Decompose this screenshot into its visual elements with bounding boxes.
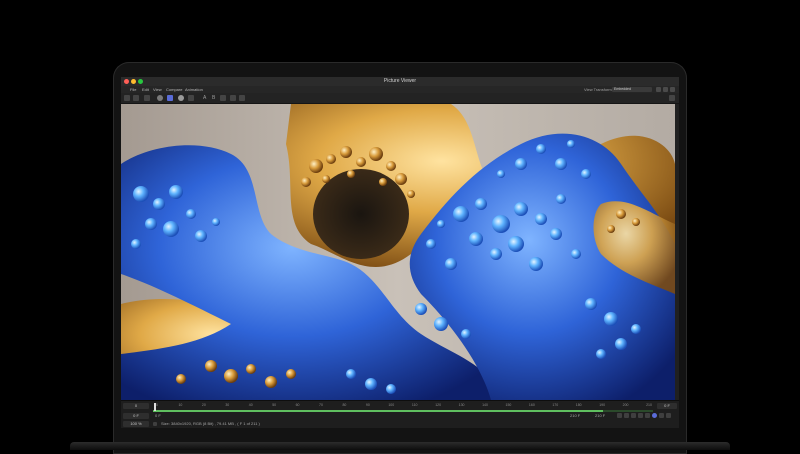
help-icon[interactable] bbox=[670, 87, 675, 92]
play-icon[interactable] bbox=[638, 413, 643, 418]
tick-label: 40 bbox=[248, 403, 253, 407]
tick-label: 50 bbox=[272, 403, 277, 407]
menu-edit[interactable]: Edit bbox=[142, 86, 149, 93]
record-icon[interactable] bbox=[652, 413, 657, 418]
compare-b-button[interactable]: B bbox=[212, 94, 215, 102]
menu-compare[interactable]: Compare bbox=[166, 86, 182, 93]
step-back-icon[interactable] bbox=[624, 413, 629, 418]
redo-icon[interactable] bbox=[239, 95, 245, 101]
end-frame-field[interactable]: 0 F bbox=[657, 403, 677, 409]
tick-label: 130 bbox=[458, 403, 465, 407]
menu-view[interactable]: View bbox=[153, 86, 162, 93]
tick-label: 190 bbox=[599, 403, 606, 407]
channel-icon[interactable] bbox=[178, 95, 184, 101]
start-frame-value: 0 F bbox=[155, 413, 161, 418]
contrast-icon[interactable] bbox=[188, 95, 194, 101]
expand-icon[interactable] bbox=[663, 87, 668, 92]
play-backward-icon[interactable] bbox=[631, 413, 636, 418]
control-row: 0 F 0 F 210 F 210 F bbox=[121, 412, 679, 420]
view-transform-label: View Transform: bbox=[584, 87, 613, 92]
tick-label: 90 bbox=[365, 403, 370, 407]
undo-icon[interactable] bbox=[230, 95, 236, 101]
current-frame-field[interactable]: 0 bbox=[123, 403, 149, 409]
loop-icon[interactable] bbox=[659, 413, 664, 418]
laptop-base bbox=[70, 442, 730, 450]
tick-label: 30 bbox=[225, 403, 230, 407]
timeline-panel: 0 0 10 20 30 40 50 60 70 80 90 100 110 120 130 140 150 1… bbox=[121, 400, 679, 428]
tick-label: 110 bbox=[411, 403, 418, 407]
microphone-icon[interactable] bbox=[669, 95, 675, 101]
go-start-icon[interactable] bbox=[617, 413, 622, 418]
image-icon[interactable] bbox=[133, 95, 139, 101]
tick-label: 10 bbox=[178, 403, 183, 407]
swap-icon[interactable] bbox=[220, 95, 226, 101]
left-frame-field[interactable]: 0 F bbox=[123, 413, 149, 419]
image-info: Size: 3840x1920, RGB (8 Bit) , 79.41 MB … bbox=[161, 421, 260, 426]
tick-label: 120 bbox=[435, 403, 442, 407]
tick-label: 0 bbox=[156, 403, 158, 407]
chevron-icon[interactable] bbox=[153, 422, 157, 426]
ruler-row: 0 0 10 20 30 40 50 60 70 80 90 100 110 120 130 140 150 1… bbox=[121, 403, 679, 412]
range-start-value: 210 F bbox=[570, 413, 581, 418]
image-viewport[interactable] bbox=[121, 104, 675, 400]
tick-label: 70 bbox=[319, 403, 323, 407]
app-window: Picture Viewer File Edit View Compare An… bbox=[121, 77, 679, 428]
render-icon[interactable] bbox=[157, 95, 163, 101]
step-forward-icon[interactable] bbox=[645, 413, 650, 418]
menu-bar: File Edit View Compare Animation View Tr… bbox=[121, 86, 679, 93]
crop-icon[interactable] bbox=[144, 95, 150, 101]
vertical-scrollbar[interactable] bbox=[675, 104, 679, 400]
compare-a-button[interactable]: A bbox=[203, 94, 206, 102]
settings-icon[interactable] bbox=[656, 87, 661, 92]
tick-label: 180 bbox=[575, 403, 582, 407]
tick-label: 80 bbox=[342, 403, 347, 407]
tick-label: 170 bbox=[552, 403, 559, 407]
tick-label: 60 bbox=[295, 403, 300, 407]
toolbar: A B bbox=[121, 93, 679, 104]
two-panel-icon[interactable] bbox=[124, 95, 130, 101]
tick-label: 140 bbox=[482, 403, 488, 407]
render-image bbox=[121, 104, 675, 400]
tick-label: 200 bbox=[622, 403, 629, 407]
menu-animation[interactable]: Animation bbox=[185, 86, 203, 93]
tick-label: 100 bbox=[388, 403, 395, 407]
playhead[interactable] bbox=[154, 403, 156, 411]
settings-icon[interactable] bbox=[666, 413, 671, 418]
target-icon[interactable] bbox=[167, 95, 173, 101]
tick-label: 20 bbox=[201, 403, 206, 407]
zoom-field[interactable]: 100 % bbox=[123, 421, 149, 427]
view-transform-select[interactable]: Embedded bbox=[612, 87, 652, 92]
tick-label: 210 bbox=[646, 403, 652, 407]
tick-label: 160 bbox=[528, 403, 535, 407]
menu-file[interactable]: File bbox=[130, 86, 136, 93]
range-end-value: 210 F bbox=[595, 413, 606, 418]
tick-label: 150 bbox=[505, 403, 512, 407]
window-title: Picture Viewer bbox=[383, 78, 417, 84]
status-row: 100 % Size: 3840x1920, RGB (8 Bit) , 79.… bbox=[121, 420, 679, 428]
